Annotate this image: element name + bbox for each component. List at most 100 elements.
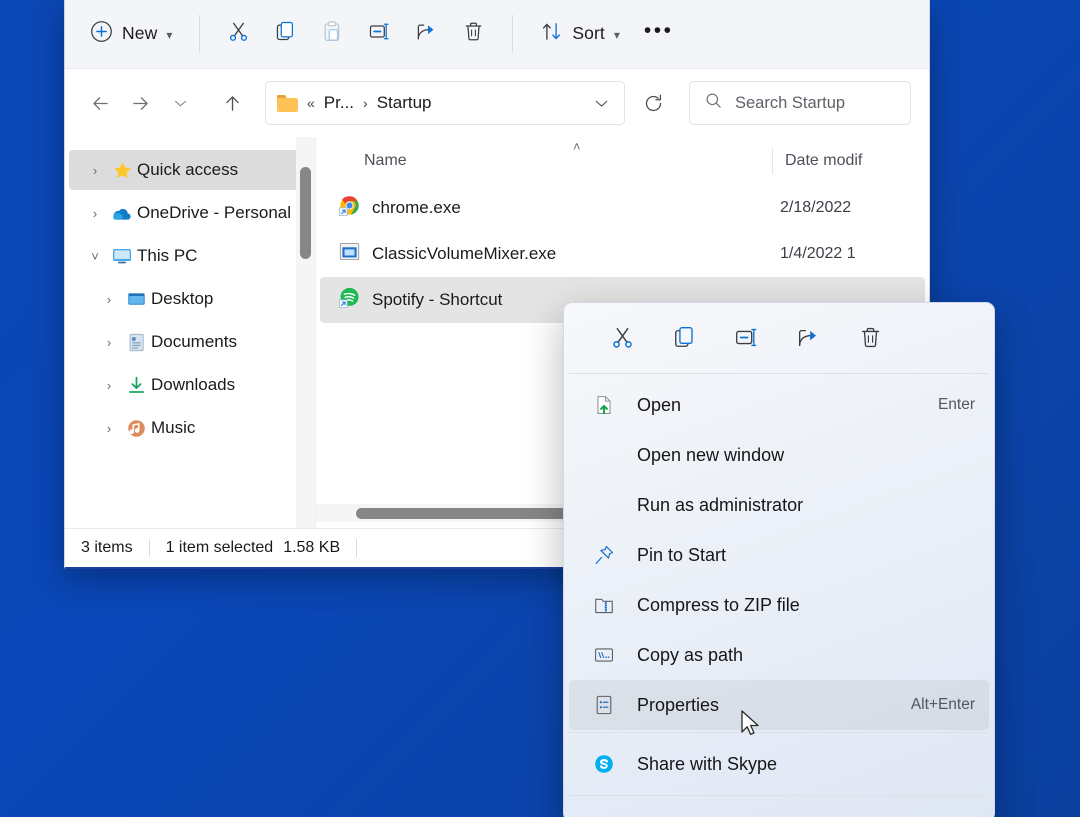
file-list-header: Name ˄ Date modif (316, 137, 929, 185)
context-delete-button[interactable] (839, 317, 901, 363)
share-icon (796, 325, 821, 355)
sidebar-item-this-pc[interactable]: ˅ This PC (69, 236, 311, 276)
context-menu-item-accelerator: Enter (938, 396, 975, 414)
copy-icon (672, 325, 697, 355)
sidebar-item-desktop[interactable]: › Desktop (69, 279, 311, 319)
status-size: 1.58 KB (283, 539, 340, 557)
sidebar-item-quick-access[interactable]: › Quick access (69, 150, 311, 190)
forward-button[interactable] (121, 84, 159, 122)
context-menu-item-label: Compress to ZIP file (637, 595, 975, 616)
context-menu-item-label: Open (637, 395, 938, 416)
navigation-bar: « Pr... › Startup Search Startup (65, 69, 929, 137)
context-menu-item-share-with-skype[interactable]: Share with Skype (569, 739, 989, 789)
context-copy-button[interactable] (653, 317, 715, 363)
context-menu-divider (569, 732, 989, 733)
copy-button[interactable] (263, 14, 308, 54)
sidebar-item-onedrive[interactable]: › OneDrive - Personal (69, 193, 311, 233)
sidebar-item-label: Documents (151, 332, 237, 352)
context-menu-item-label: Properties (637, 695, 911, 716)
context-menu-divider (569, 373, 989, 374)
command-bar: New ▾ (65, 0, 929, 69)
toolbar-divider-1 (199, 15, 200, 53)
up-button[interactable] (213, 84, 251, 122)
context-menu-item-open-new-window[interactable]: Open new window (569, 430, 989, 480)
chevron-right-icon[interactable]: › (97, 335, 121, 350)
breadcrumb-item-1[interactable]: Startup (377, 93, 432, 113)
desktop-icon (121, 289, 151, 310)
file-list-scrollbar-thumb[interactable] (356, 508, 584, 519)
context-menu-item-open[interactable]: Open Enter (569, 380, 989, 430)
chevron-down-icon: ▾ (166, 28, 172, 42)
context-rename-button[interactable] (715, 317, 777, 363)
search-input[interactable]: Search Startup (689, 81, 911, 125)
music-icon (121, 418, 151, 439)
sidebar-item-music[interactable]: › Music (69, 408, 311, 448)
chevron-right-icon[interactable]: › (97, 421, 121, 436)
table-row[interactable]: chrome.exe 2/18/2022 (320, 185, 925, 231)
status-selection: 1 item selected (166, 539, 274, 557)
new-button[interactable]: New ▾ (79, 14, 183, 54)
back-button[interactable] (81, 84, 119, 122)
app-window-icon (338, 240, 361, 268)
sidebar-item-downloads[interactable]: › Downloads (69, 365, 311, 405)
context-menu-item-properties[interactable]: Properties Alt+Enter (569, 680, 989, 730)
column-header-name[interactable]: Name ˄ (316, 152, 772, 170)
chevron-right-icon[interactable]: › (97, 292, 121, 307)
rename-button[interactable] (357, 14, 402, 54)
star-icon (107, 160, 137, 181)
share-button[interactable] (404, 14, 449, 54)
cut-button[interactable] (216, 14, 261, 54)
see-more-button[interactable]: ••• (633, 14, 685, 54)
rename-icon (734, 325, 759, 355)
sidebar-item-label: OneDrive - Personal (137, 203, 291, 223)
plus-circle-icon (90, 20, 113, 48)
chevron-right-icon[interactable]: › (83, 206, 107, 221)
chevron-down-icon[interactable]: ˅ (83, 249, 107, 264)
file-name: chrome.exe (372, 198, 461, 218)
context-menu-divider (569, 795, 989, 796)
trash-icon (462, 20, 485, 48)
address-dropdown-chevron-down-icon[interactable] (586, 87, 616, 119)
context-menu-item-label: Run as administrator (593, 495, 975, 516)
file-name: ClassicVolumeMixer.exe (372, 244, 556, 264)
delete-button[interactable] (451, 14, 496, 54)
sidebar-item-documents[interactable]: › Documents (69, 322, 311, 362)
address-bar[interactable]: « Pr... › Startup (265, 81, 625, 125)
new-button-label: New (122, 23, 157, 44)
column-header-label: Date modif (785, 152, 862, 170)
status-divider (149, 539, 150, 557)
breadcrumb-item-0[interactable]: Pr... (324, 93, 354, 113)
context-share-button[interactable] (777, 317, 839, 363)
paste-icon (321, 20, 344, 48)
file-date-modified: 2/18/2022 (772, 199, 851, 217)
file-name-cell: chrome.exe (320, 194, 772, 222)
status-divider (356, 539, 357, 557)
context-cut-button[interactable] (591, 317, 653, 363)
context-menu-item-label: Pin to Start (637, 545, 975, 566)
context-menu-item-copy-as-path[interactable]: Copy as path (569, 630, 989, 680)
chevron-down-icon: ▾ (614, 28, 620, 42)
paste-button[interactable] (310, 14, 355, 54)
skype-icon (593, 753, 637, 775)
sidebar-item-label: Desktop (151, 289, 213, 309)
sort-button[interactable]: Sort ▾ (529, 14, 631, 54)
sort-ascending-icon: ˄ (573, 139, 581, 154)
rename-icon (368, 20, 391, 48)
ellipsis-icon: ••• (644, 20, 674, 41)
trash-icon (858, 325, 883, 355)
sidebar-scrollbar-thumb[interactable] (300, 167, 311, 259)
column-header-date-modified[interactable]: Date modif (772, 148, 862, 174)
context-menu-item-run-as-administrator[interactable]: Run as administrator (569, 480, 989, 530)
refresh-button[interactable] (633, 83, 673, 123)
chevron-right-icon[interactable]: › (97, 378, 121, 393)
context-menu: Open Enter Open new window Run as admini… (563, 302, 995, 817)
table-row[interactable]: ClassicVolumeMixer.exe 1/4/2022 1 (320, 231, 925, 277)
chevron-right-icon[interactable]: › (83, 163, 107, 178)
recent-locations-button[interactable] (161, 84, 199, 122)
sidebar-scrollbar[interactable] (296, 137, 315, 528)
context-menu-item-label: Copy as path (637, 645, 975, 666)
context-menu-item-compress-to-zip-file[interactable]: Compress to ZIP file (569, 580, 989, 630)
context-menu-item-pin-to-start[interactable]: Pin to Start (569, 530, 989, 580)
share-icon (415, 20, 438, 48)
breadcrumb-overflow[interactable]: « (305, 95, 317, 111)
